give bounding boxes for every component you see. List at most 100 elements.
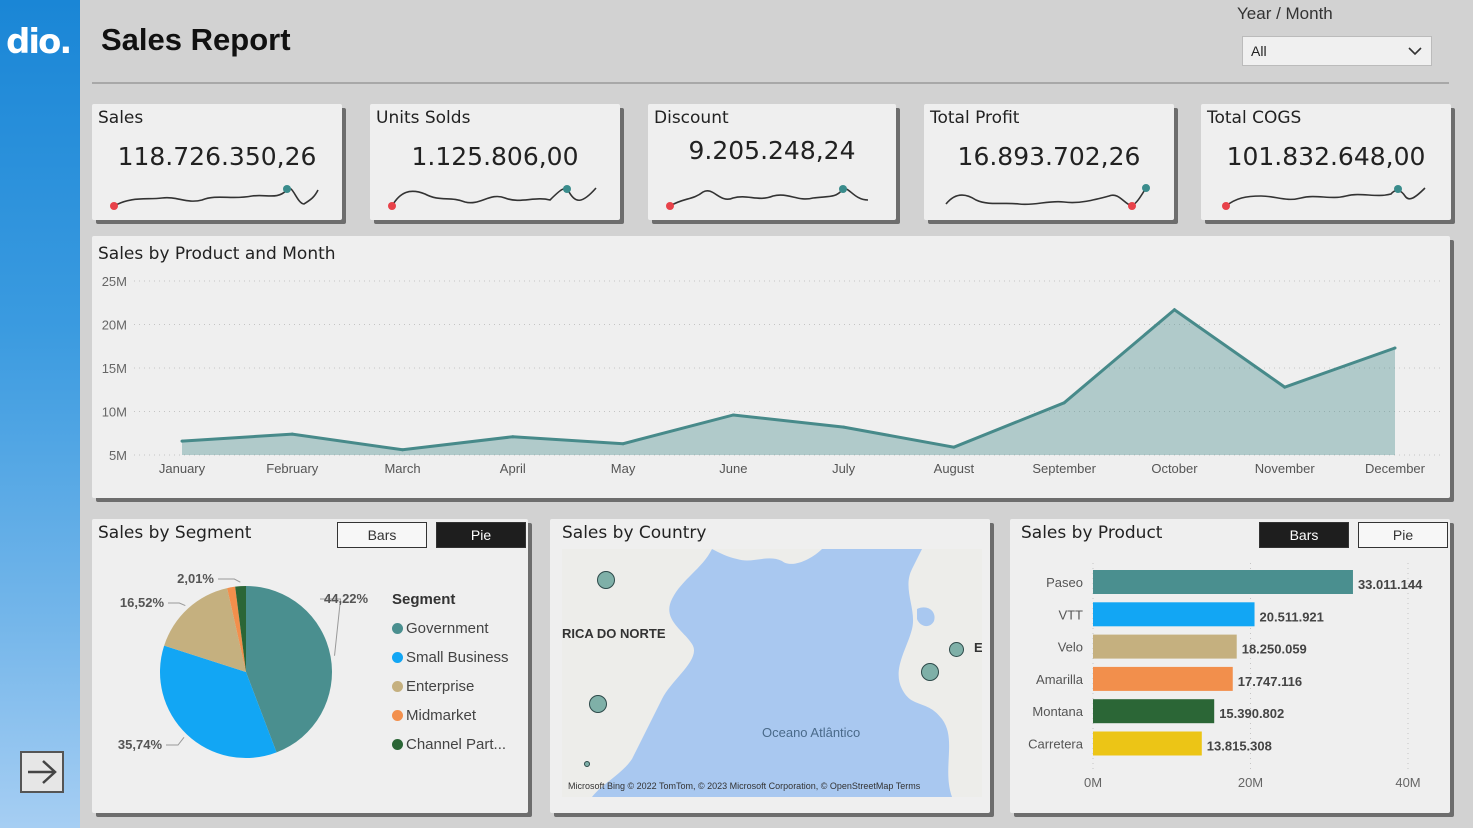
- pie-leader-line: [218, 578, 241, 583]
- data-point: [842, 425, 846, 429]
- kpi-title: Total COGS: [1207, 108, 1302, 128]
- x-tick-label: March: [384, 461, 420, 476]
- category-label: Carretera: [1028, 737, 1084, 752]
- kpi-card-sales[interactable]: Sales 118.726.350,26: [92, 104, 342, 220]
- data-point: [731, 413, 735, 417]
- sparkline: [1222, 185, 1426, 210]
- x-tick-label: June: [719, 461, 747, 476]
- bar-data-label: 18.250.059: [1242, 642, 1307, 657]
- x-tick-label: February: [266, 461, 319, 476]
- country-bubble[interactable]: [921, 663, 939, 681]
- y-tick-label: 25M: [102, 274, 127, 289]
- category-label: Velo: [1058, 640, 1083, 655]
- y-tick-label: 10M: [102, 405, 127, 420]
- country-bubble[interactable]: [949, 642, 964, 657]
- x-tick-label: August: [934, 461, 975, 476]
- map-land: [562, 549, 982, 797]
- country-bubble[interactable]: [589, 695, 607, 713]
- x-tick-label: 40M: [1395, 775, 1420, 790]
- data-point: [952, 445, 956, 449]
- kpi-title: Discount: [654, 108, 729, 128]
- legend-item[interactable]: Small Business: [392, 643, 509, 672]
- legend-item[interactable]: Enterprise: [392, 672, 509, 701]
- bar-data-label: 33.011.144: [1358, 577, 1423, 592]
- sidebar: dio.: [0, 0, 80, 828]
- x-tick-label: April: [500, 461, 526, 476]
- area-fill: [182, 309, 1395, 455]
- legend-label: Small Business: [406, 649, 509, 666]
- bar-data-label: 13.815.308: [1207, 739, 1272, 754]
- panel-title: Sales by Country: [562, 523, 707, 543]
- country-bubble[interactable]: [597, 571, 615, 589]
- pie-toggle-button[interactable]: Pie: [436, 522, 526, 548]
- y-tick-label: 20M: [102, 318, 127, 333]
- kpi-value: 1.125.806,00: [411, 142, 579, 171]
- dio-logo: dio.: [6, 22, 72, 62]
- kpi-card-units[interactable]: Units Solds 1.125.806,00: [370, 104, 620, 220]
- pie-data-label: 44,22%: [324, 591, 369, 606]
- map-label-north-america: RICA DO NORTE: [562, 626, 666, 641]
- page-title: Sales Report: [101, 22, 291, 57]
- sales-by-product-panel[interactable]: Sales by Product Bars Pie 0M 20M 40M Paseo 3…: [1010, 519, 1450, 813]
- bar-data-label: 17.747.116: [1238, 674, 1302, 689]
- legend-item[interactable]: Government: [392, 614, 509, 643]
- category-label: Paseo: [1046, 575, 1083, 590]
- sales-by-segment-panel[interactable]: Sales by Segment Bars Pie 44,22% 35,74% 16…: [92, 519, 528, 813]
- legend-label: Government: [406, 620, 489, 637]
- data-point: [1393, 346, 1397, 350]
- pie-data-label: 16,52%: [120, 595, 165, 610]
- x-tick-label: 0M: [1084, 775, 1102, 790]
- x-tick-label: July: [832, 461, 856, 476]
- sparkline: [666, 185, 869, 210]
- data-point: [401, 448, 405, 452]
- data-point: [1062, 401, 1066, 405]
- x-tick-label: January: [159, 461, 206, 476]
- bar: [1093, 699, 1215, 724]
- bar: [1093, 570, 1353, 594]
- sales-by-country-panel[interactable]: Sales by Country RICA DO NORTE E Oceano …: [550, 519, 990, 813]
- kpi-card-cogs[interactable]: Total COGS 101.832.648,00: [1201, 104, 1451, 220]
- country-bubble[interactable]: [584, 761, 590, 767]
- x-tick-label: 20M: [1238, 775, 1263, 790]
- world-map[interactable]: RICA DO NORTE E Oceano Atlântico Microso…: [562, 549, 982, 797]
- arrow-right-icon: [28, 760, 57, 784]
- map-attribution[interactable]: Microsoft Bing © 2022 TomTom, © 2023 Mic…: [568, 781, 920, 791]
- pie-chart[interactable]: 44,22% 35,74% 16,52% 2,01%: [92, 519, 392, 813]
- data-point: [1172, 308, 1176, 312]
- sales-by-month-panel[interactable]: Sales by Product and Month 25M 20M 15M 10M 5…: [92, 236, 1450, 498]
- bar-chart[interactable]: 0M 20M 40M Paseo 33.011.144 VTT 20.511.921 Velo…: [1010, 519, 1450, 813]
- y-tick-label: 5M: [109, 448, 127, 463]
- legend-title: Segment: [392, 591, 456, 608]
- category-label: Montana: [1032, 704, 1083, 719]
- data-point: [180, 439, 184, 443]
- category-label: VTT: [1058, 607, 1083, 622]
- legend-label: Midmarket: [406, 707, 477, 724]
- next-page-button[interactable]: [20, 751, 64, 793]
- data-point: [511, 435, 515, 439]
- segment-legend: Segment Government Small Business Enterp…: [392, 591, 509, 759]
- bar: [1093, 634, 1237, 659]
- x-tick-label: October: [1151, 461, 1198, 476]
- kpi-card-profit[interactable]: Total Profit 16.893.702,26: [924, 104, 1174, 220]
- legend-label: Enterprise: [406, 678, 475, 695]
- x-tick-label: November: [1255, 461, 1316, 476]
- year-month-slicer[interactable]: All: [1242, 36, 1432, 66]
- legend-item[interactable]: Channel Part...: [392, 730, 509, 759]
- sparkline: [388, 185, 597, 210]
- area-chart[interactable]: 25M 20M 15M 10M 5M January February March April M…: [92, 236, 1450, 498]
- kpi-card-discount[interactable]: Discount 9.205.248,24: [648, 104, 896, 220]
- bar: [1093, 602, 1255, 627]
- sparkline: [945, 184, 1150, 210]
- kpi-value: 16.893.702,26: [957, 142, 1141, 171]
- kpi-value: 9.205.248,24: [688, 136, 856, 165]
- data-point: [1283, 385, 1287, 389]
- bar-data-label: 20.511.921: [1260, 609, 1324, 624]
- kpi-title: Units Solds: [376, 108, 471, 128]
- legend-item[interactable]: Midmarket: [392, 701, 509, 730]
- map-label-europe: E: [974, 640, 982, 655]
- bar: [1093, 731, 1202, 756]
- slicer-value: All: [1251, 43, 1267, 59]
- kpi-value: 101.832.648,00: [1226, 142, 1426, 171]
- sparkline: [110, 185, 319, 210]
- pie-data-label: 2,01%: [177, 571, 214, 586]
